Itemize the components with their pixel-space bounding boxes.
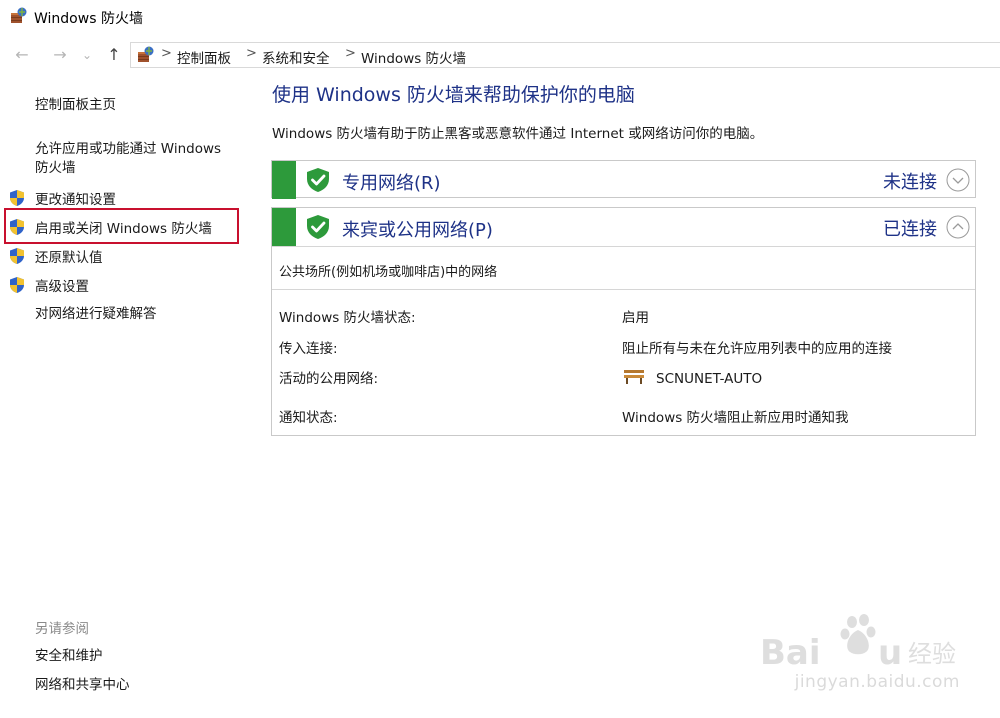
uac-shield-icon [10,248,24,264]
see-also-link-network-sharing-center[interactable]: 网络和共享中心 [35,676,130,695]
svg-text:经验: 经验 [908,640,956,668]
back-button[interactable]: ← [11,44,33,66]
public-network-panel: 来宾或公用网络(P) 已连接 公共场所(例如机场或咖啡店)中的网络 Window… [271,207,976,436]
status-color-bar [272,161,296,199]
active-public-network-value: SCNUNET-AUTO [656,371,763,387]
public-network-name: 来宾或公用网络(P) [342,220,493,241]
chevron-down-icon[interactable] [946,168,970,192]
watermark-url: jingyan.baidu.com [794,672,960,692]
firewall-state-label: Windows 防火墙状态: [279,310,416,326]
notification-state-value: Windows 防火墙阻止新应用时通知我 [622,410,849,426]
sidebar-link-control-panel-home[interactable]: 控制面板主页 [35,96,116,115]
private-network-name: 专用网络(R) [342,173,441,194]
breadcrumb-windows-firewall[interactable]: Windows 防火墙 [361,47,466,67]
address-bar[interactable]: > 控制面板 > 系统和安全 > Windows 防火墙 [130,42,1000,68]
baidu-jingyan-watermark: Bai u 经验 jingyan.baidu.com [760,612,960,707]
breadcrumb-separator[interactable]: > [161,46,172,61]
sidebar-link-allow-app-line2[interactable]: 防火墙 [35,159,76,178]
recent-locations-dropdown[interactable]: ⌄ [80,44,94,66]
firewall-app-icon [11,7,27,23]
uac-shield-icon [10,190,24,206]
forward-button[interactable]: → [49,44,71,66]
sidebar-item-label: 还原默认值 [35,250,103,266]
public-network-subtitle: 公共场所(例如机场或咖啡店)中的网络 [279,265,498,280]
public-network-status: 已连接 [883,219,937,240]
sidebar-item-label: 更改通知设置 [35,192,116,208]
page-description: Windows 防火墙有助于防止黑客或恶意软件通过 Internet 或网络访问… [272,126,764,142]
up-button[interactable]: ↑ [103,44,125,66]
sidebar-item-change-notifications[interactable]: 更改通知设置 [8,186,116,210]
breadcrumb-separator[interactable]: > [345,46,356,61]
sidebar-link-troubleshoot[interactable]: 对网络进行疑难解答 [35,305,157,324]
active-public-network-label: 活动的公用网络: [279,371,379,387]
sidebar: 控制面板主页 允许应用或功能通过 Windows 防火墙 更改通知设置 启用或关… [0,80,250,718]
private-network-status: 未连接 [883,172,937,193]
uac-shield-icon [10,277,24,293]
private-network-panel: 专用网络(R) 未连接 [271,160,976,199]
sidebar-item-label: 高级设置 [35,279,89,295]
notification-state-label: 通知状态: [279,410,338,426]
public-network-subtitle-row: 公共场所(例如机场或咖啡店)中的网络 [272,246,975,290]
breadcrumb-system-security[interactable]: 系统和安全 [262,47,330,67]
green-shield-check-icon [307,215,329,239]
sidebar-item-advanced-settings[interactable]: 高级设置 [8,273,89,297]
status-color-bar [272,208,296,246]
sidebar-item-restore-defaults[interactable]: 还原默认值 [8,244,103,268]
chevron-up-icon[interactable] [946,215,970,239]
svg-text:Bai: Bai [760,633,821,672]
breadcrumb-separator[interactable]: > [246,46,257,61]
svg-text:u: u [878,633,902,672]
see-also-link-security-maintenance[interactable]: 安全和维护 [35,647,103,666]
incoming-connections-value: 阻止所有与未在允许应用列表中的应用的连接 [622,341,892,357]
control-panel-icon [138,46,154,62]
breadcrumb-control-panel[interactable]: 控制面板 [177,47,231,67]
baidu-logo-watermark: Bai u 经验 [760,614,956,672]
title-bar: Windows 防火墙 [0,0,1000,36]
highlight-annotation [4,208,239,244]
private-network-header[interactable]: 专用网络(R) 未连接 [272,161,975,199]
sidebar-link-allow-app-line1[interactable]: 允许应用或功能通过 Windows [35,140,221,159]
public-network-bench-icon [624,370,644,384]
public-network-header[interactable]: 来宾或公用网络(P) 已连接 [272,208,975,246]
window-title: Windows 防火墙 [34,11,143,27]
firewall-state-value: 启用 [622,310,649,326]
incoming-connections-label: 传入连接: [279,341,338,357]
green-shield-check-icon [307,168,329,192]
page-title: 使用 Windows 防火墙来帮助保护你的电脑 [272,84,635,106]
see-also-heading: 另请参阅 [35,621,89,637]
address-row: ← → ⌄ ↑ > 控制面板 > 系统和安全 > Windows 防火墙 [0,40,1000,70]
